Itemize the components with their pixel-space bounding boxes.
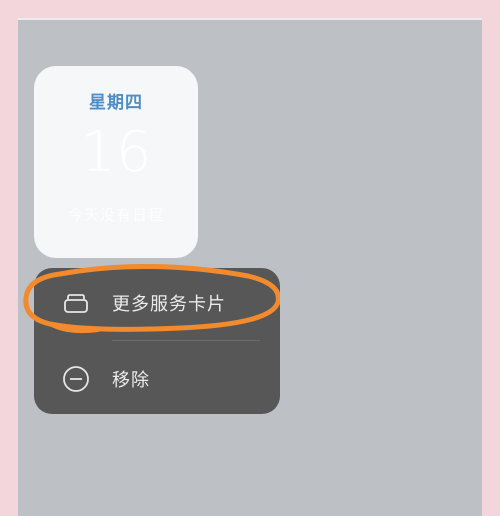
- cards-stack-icon: [62, 289, 90, 317]
- top-divider: [18, 18, 482, 20]
- calendar-schedule-note: 今天没有日程: [67, 206, 164, 224]
- remove-circle-icon: [62, 365, 90, 393]
- phone-screen: 星期四 16 今天没有日程 更多服务卡片 移除: [18, 18, 482, 516]
- menu-item-more-service-cards[interactable]: 更多服务卡片: [34, 268, 280, 338]
- menu-divider: [112, 340, 260, 341]
- widget-context-menu: 更多服务卡片 移除: [34, 268, 280, 414]
- menu-item-label: 更多服务卡片: [112, 294, 226, 315]
- calendar-widget-card[interactable]: 星期四 16 今天没有日程: [34, 66, 198, 258]
- calendar-weekday: 星期四: [89, 93, 143, 113]
- menu-item-label: 移除: [112, 370, 150, 391]
- menu-item-remove[interactable]: 移除: [34, 344, 280, 414]
- calendar-day-number: 16: [80, 120, 152, 185]
